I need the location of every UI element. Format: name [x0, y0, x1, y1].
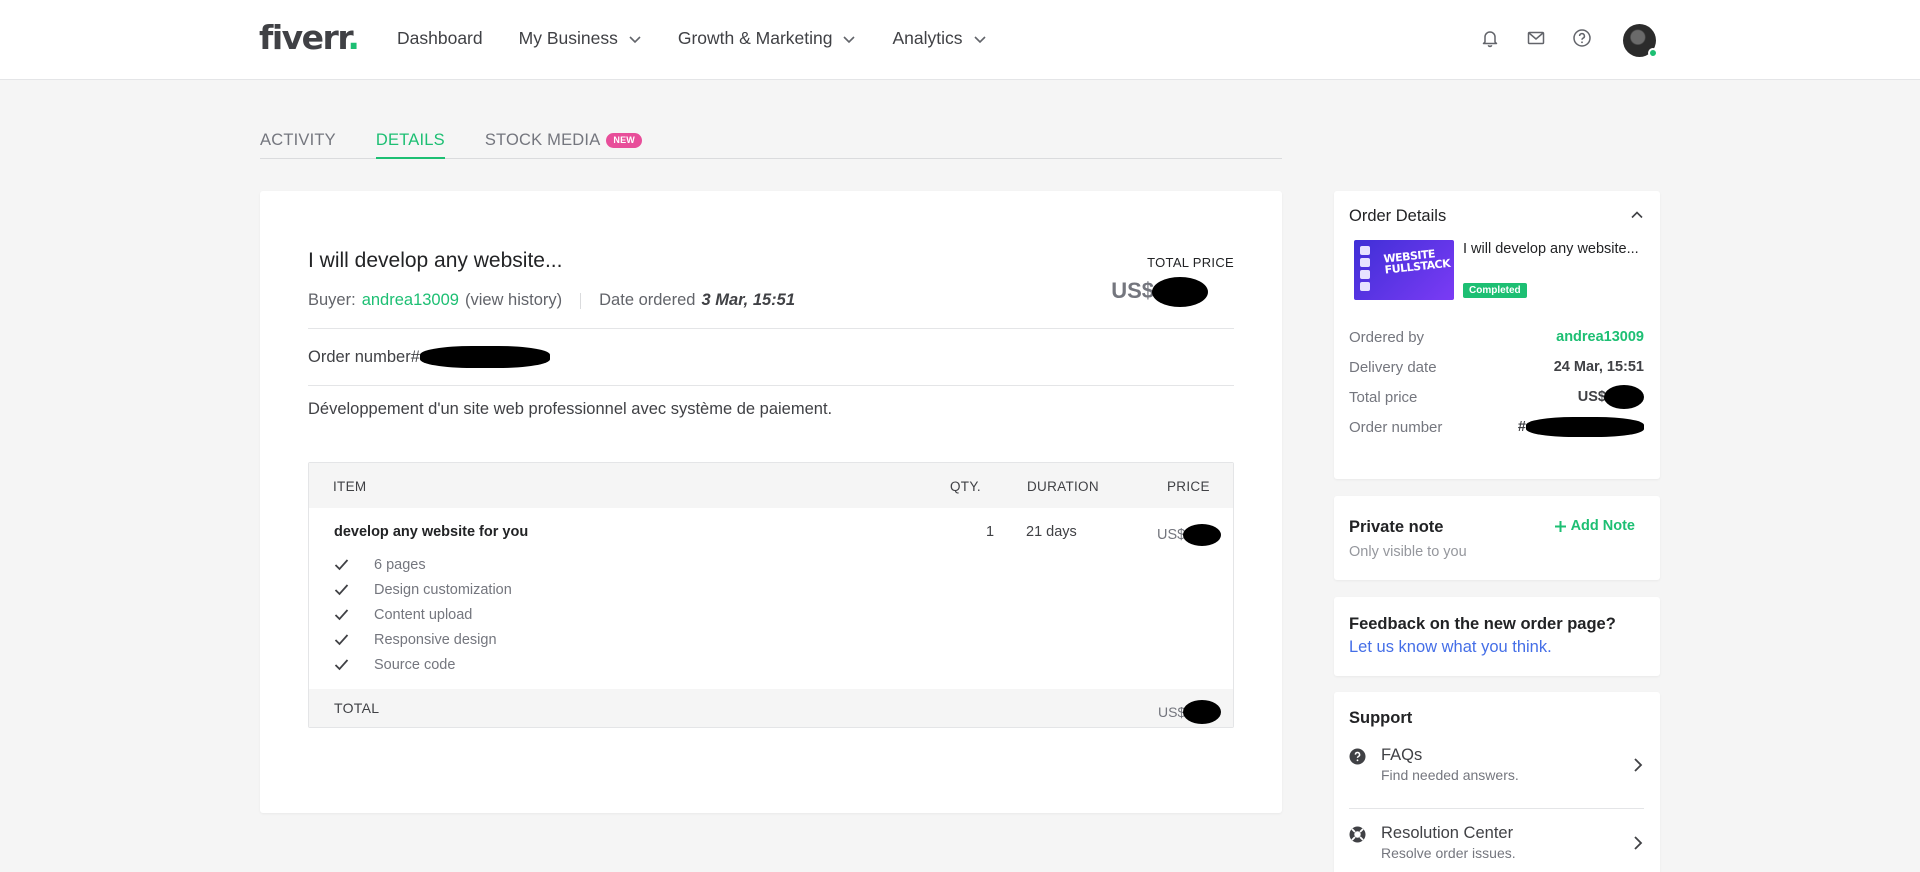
divider: [308, 385, 1234, 386]
item-price: US$: [1157, 524, 1222, 546]
tab-activity[interactable]: ACTIVITY: [260, 131, 336, 159]
checkmark-icon: [334, 609, 349, 621]
redacted-order-number: [419, 346, 550, 368]
order-description: Développement d'un site web professionne…: [308, 400, 833, 418]
chevron-right-icon: [1634, 758, 1643, 772]
nav-growth-marketing[interactable]: Growth & Marketing: [678, 28, 857, 49]
checkmark-icon: [334, 659, 349, 671]
feedback-card: Feedback on the new order page? Let us k…: [1334, 597, 1660, 676]
bell-icon[interactable]: [1480, 28, 1500, 48]
feedback-link[interactable]: Let us know what you think.: [1349, 638, 1552, 657]
redacted-amount: [1183, 524, 1222, 546]
gig-thumbnail-text: WEBSITE FULLSTACK: [1382, 247, 1451, 277]
support-card: Support FAQs Find needed answers. Resolu…: [1334, 692, 1660, 872]
chevron-right-icon: [1634, 836, 1643, 850]
divider: [308, 328, 1234, 329]
gig-thumbnail[interactable]: WEBSITE FULLSTACK: [1354, 240, 1454, 300]
item-duration: 21 days: [1026, 524, 1077, 540]
date-ordered-value: 3 Mar, 15:51: [701, 291, 796, 309]
item-name: develop any website for you: [334, 524, 529, 540]
chevron-up-icon[interactable]: [1630, 208, 1644, 222]
feature-list: 6 pages Design customization Content upl…: [334, 552, 512, 677]
redacted-amount: [1604, 385, 1644, 409]
header-price: PRICE: [1167, 479, 1210, 494]
redacted-order-number: [1526, 417, 1644, 437]
checkmark-icon: [334, 559, 349, 571]
order-details-title: Order Details: [1349, 207, 1447, 225]
online-status-dot: [1648, 48, 1658, 58]
main-nav: Dashboard My Business Growth & Marketing…: [397, 28, 987, 49]
checkmark-icon: [334, 634, 349, 646]
nav-dashboard[interactable]: Dashboard: [397, 28, 483, 49]
order-number: Order number#: [308, 346, 550, 368]
header-icons: [1480, 28, 1592, 48]
private-note-subtitle: Only visible to you: [1349, 544, 1467, 560]
lifebuoy-icon: [1349, 826, 1366, 843]
view-history-link[interactable]: (view history): [465, 291, 562, 310]
feedback-title: Feedback on the new order page?: [1349, 615, 1616, 633]
tab-details[interactable]: DETAILS: [375, 131, 445, 159]
date-ordered-label: Date ordered: [599, 291, 696, 309]
top-navigation-bar: fiverr. Dashboard My Business Growth & M…: [0, 0, 1920, 80]
total-label: TOTAL: [334, 700, 380, 716]
resolution-center-link[interactable]: Resolution Center Resolve order issues.: [1349, 819, 1644, 872]
order-items-table: ITEM QTY. DURATION PRICE develop any web…: [308, 462, 1234, 728]
private-note-title: Private note: [1349, 518, 1444, 536]
nav-analytics[interactable]: Analytics: [892, 28, 986, 49]
header-duration: DURATION: [1027, 479, 1099, 494]
table-total-row: TOTAL US$: [309, 689, 1233, 727]
list-item: 6 pages: [334, 552, 512, 577]
ordered-by-link[interactable]: andrea13009: [1556, 329, 1644, 345]
order-info-list: Ordered by andrea13009 Delivery date 24 …: [1349, 322, 1644, 442]
plus-icon: [1554, 520, 1566, 532]
list-item: Design customization: [334, 577, 512, 602]
list-item: Content upload: [334, 602, 512, 627]
checkmark-icon: [334, 584, 349, 596]
fiverr-logo[interactable]: fiverr.: [259, 18, 360, 57]
order-title: I will develop any website...: [308, 249, 563, 272]
support-title: Support: [1349, 709, 1413, 727]
gig-title-link[interactable]: I will develop any website...: [1463, 239, 1643, 260]
separator: [580, 292, 582, 309]
item-qty: 1: [986, 524, 995, 540]
chevron-down-icon: [973, 35, 986, 43]
faqs-link[interactable]: FAQs Find needed answers.: [1349, 741, 1644, 801]
new-badge: NEW: [606, 133, 643, 148]
table-header: ITEM QTY. DURATION PRICE: [309, 463, 1233, 508]
list-item: Source code: [334, 652, 512, 677]
redacted-amount: [1152, 277, 1208, 307]
order-tabs: ACTIVITY DETAILS STOCK MEDIA NEW: [260, 131, 1282, 159]
add-note-button[interactable]: Add Note: [1554, 518, 1635, 534]
buyer-line: Buyer: andrea13009 (view history) Date o…: [308, 291, 795, 310]
chevron-down-icon: [629, 35, 641, 43]
buyer-username-link[interactable]: andrea13009: [362, 291, 459, 310]
private-note-card: Private note Only visible to you Add Not…: [1334, 496, 1660, 580]
help-icon[interactable]: [1572, 28, 1592, 48]
list-item: Delivery date 24 Mar, 15:51: [1349, 358, 1644, 376]
redacted-amount: [1183, 700, 1222, 724]
mail-icon[interactable]: [1526, 28, 1546, 48]
header-item: ITEM: [333, 479, 367, 494]
total-value: US$: [1158, 700, 1222, 724]
list-item: Total price US$: [1349, 382, 1644, 412]
nav-my-business[interactable]: My Business: [519, 28, 642, 49]
order-summary-card: Order Details WEBSITE FULLSTACK I will d…: [1334, 191, 1660, 479]
buyer-label: Buyer:: [308, 291, 356, 309]
order-details-card: I will develop any website... Buyer: and…: [260, 191, 1282, 813]
status-badge: Completed: [1463, 283, 1527, 298]
list-item: Order number #: [1349, 412, 1644, 442]
list-item: Responsive design: [334, 627, 512, 652]
divider: [1349, 808, 1644, 809]
chevron-down-icon: [843, 35, 856, 43]
list-item: Ordered by andrea13009: [1349, 328, 1644, 346]
total-price-value: US$: [1111, 277, 1208, 307]
tab-stock-media[interactable]: STOCK MEDIA NEW: [485, 131, 643, 159]
total-price-label: TOTAL PRICE: [1147, 255, 1234, 270]
header-qty: QTY.: [950, 479, 981, 494]
table-row: develop any website for you 1 21 days US…: [309, 508, 1233, 689]
question-circle-icon: [1349, 748, 1366, 765]
